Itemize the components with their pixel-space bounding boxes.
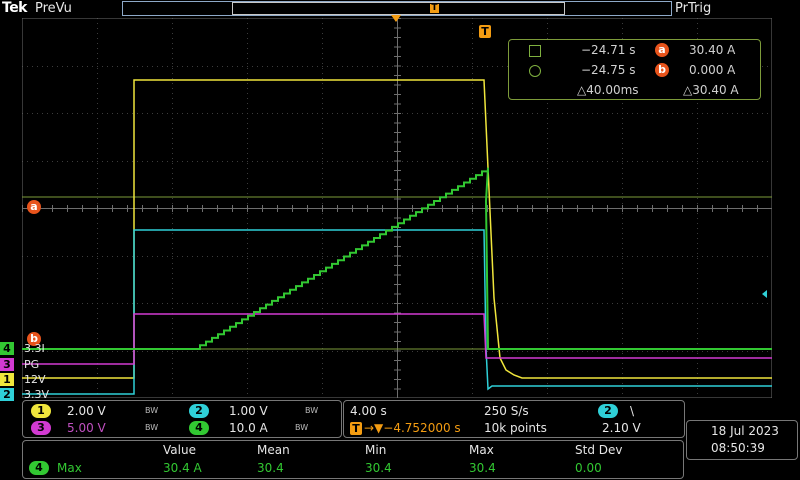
cursor-readout-panel[interactable]: −24.71 s a 30.40 A −24.75 s b 0.000 A △4… (508, 39, 761, 100)
trigger-source-badge[interactable]: 2 (598, 404, 618, 418)
ch3-scale: 5.00 V (67, 421, 106, 435)
brand-logo: Tek (2, 0, 28, 16)
time-display: 08:50:39 (711, 441, 765, 455)
horizontal-trigger-panel[interactable]: 4.00 s 250 S/s 2 \ T →▼−4.752000 s 10k p… (343, 400, 685, 438)
meas-source-badge[interactable]: 4 (29, 461, 49, 475)
ch2-scale: 1.00 V (229, 404, 268, 418)
ch3-marker[interactable]: 3 (0, 358, 14, 371)
meas-header-mean: Mean (257, 443, 290, 457)
record-length: 10k points (484, 421, 547, 435)
record-trigger-marker: T (430, 3, 439, 13)
ch3-scale-badge[interactable]: 3 (31, 421, 51, 435)
cursor-b-circle-icon (529, 65, 541, 77)
cursor-a-value: 30.40 A (689, 43, 736, 57)
trigger-t-marker: T (479, 25, 491, 38)
acquisition-state: PreVu (35, 1, 72, 16)
cursor-b-value: 0.000 A (689, 63, 736, 77)
trigger-offset-t-icon: T (350, 422, 362, 435)
ch2-bw-icon: BW (305, 406, 319, 415)
measurement-panel[interactable]: Value Mean Min Max Std Dev 4 Max 30.4 A … (22, 440, 684, 479)
ch2-scale-badge[interactable]: 2 (189, 404, 209, 418)
datetime-panel: 18 Jul 2023 08:50:39 (686, 420, 798, 460)
meas-header-max: Max (469, 443, 494, 457)
meas-header-value: Value (163, 443, 196, 457)
ch1-label: 12V (24, 373, 46, 386)
sample-rate: 250 S/s (484, 404, 529, 418)
meas-mean: 30.4 (257, 461, 284, 475)
trigger-slope-icon: \ (630, 404, 635, 418)
trigger-state: PrTrig (675, 1, 712, 16)
record-view-window[interactable] (232, 2, 565, 15)
ch1-marker[interactable]: 1 (0, 373, 14, 386)
meas-min: 30.4 (365, 461, 392, 475)
cursor-a-time: −24.71 s (581, 43, 636, 57)
meas-header-min: Min (365, 443, 387, 457)
meas-value: 30.4 A (163, 461, 202, 475)
ch3-bw-icon: BW (145, 423, 159, 432)
ch4-scale-badge[interactable]: 4 (189, 421, 209, 435)
meas-name: Max (57, 461, 82, 475)
cursor-a-readout-badge: a (655, 43, 669, 57)
trigger-offset: →▼−4.752000 s (364, 421, 461, 435)
trigger-level: 2.10 V (602, 421, 641, 435)
ch2-marker[interactable]: 2 (0, 388, 14, 401)
cursor-a-square-icon (529, 45, 541, 57)
cursor-b-readout-badge: b (655, 63, 669, 77)
ch1-bw-icon: BW (145, 406, 159, 415)
trigger-position-arrow (391, 15, 401, 22)
ch1-scale: 2.00 V (67, 404, 106, 418)
ch4-label: 3.3I (24, 342, 45, 355)
ch3-label: PG (24, 358, 40, 371)
ch4-scale: 10.0 A (229, 421, 268, 435)
date-display: 18 Jul 2023 (711, 424, 779, 438)
meas-header-stddev: Std Dev (575, 443, 623, 457)
ch4-bw-icon: BW (295, 423, 309, 432)
ch4-marker[interactable]: 4 (0, 342, 14, 355)
cursor-delta-value: △30.40 A (683, 83, 739, 97)
cursor-a-badge[interactable]: a (27, 200, 41, 214)
cursor-delta-time: △40.00ms (577, 83, 639, 97)
meas-stddev: 0.00 (575, 461, 602, 475)
ch1-scale-badge[interactable]: 1 (31, 404, 51, 418)
cursor-b-time: −24.75 s (581, 63, 636, 77)
vertical-settings-panel[interactable]: 1 2.00 V BW 2 1.00 V BW 3 5.00 V BW 4 10… (22, 400, 342, 438)
meas-max: 30.4 (469, 461, 496, 475)
time-per-div: 4.00 s (350, 404, 387, 418)
